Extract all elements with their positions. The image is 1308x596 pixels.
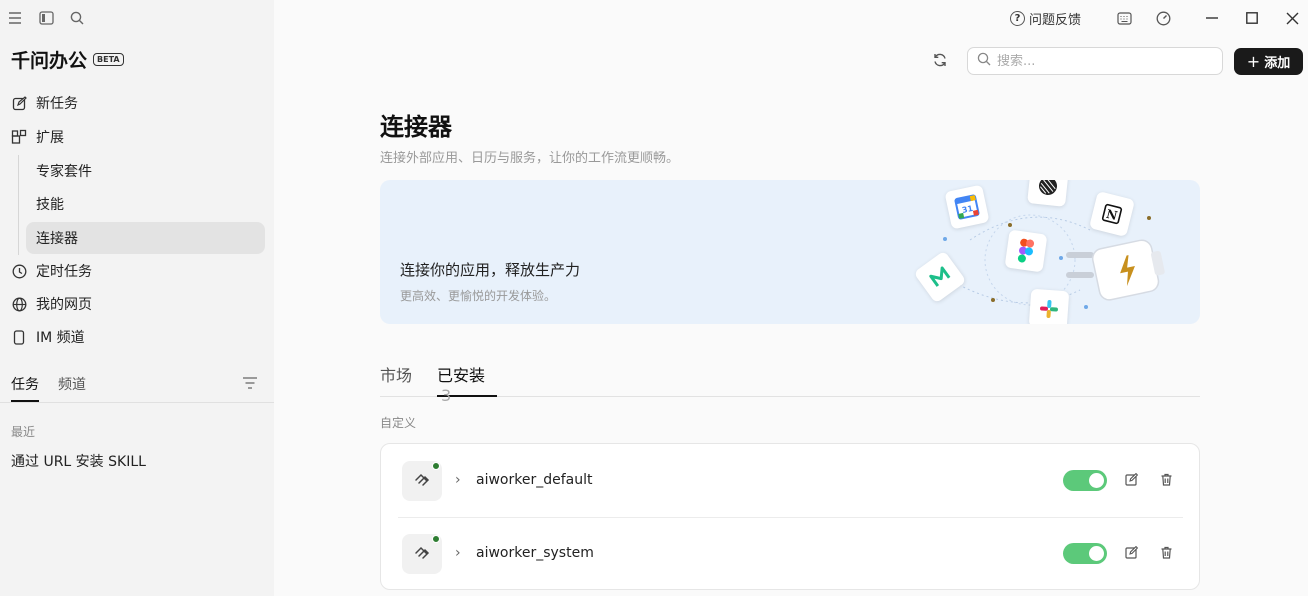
connector-toggle[interactable] bbox=[1063, 470, 1107, 491]
brand: 千问办公 BETA bbox=[11, 46, 124, 73]
sub-label: 连接器 bbox=[36, 231, 78, 247]
chevron-right-icon[interactable]: › bbox=[455, 545, 461, 561]
keyboard-icon[interactable] bbox=[1115, 9, 1133, 27]
sub-label: 技能 bbox=[36, 197, 64, 213]
extension-icon bbox=[11, 129, 27, 145]
connector-icon bbox=[402, 461, 442, 501]
nav-my-pages[interactable]: 我的网页 bbox=[11, 292, 92, 316]
section-label: 自定义 bbox=[380, 416, 417, 430]
connector-name: aiworker_default bbox=[476, 472, 593, 488]
recent-label: 最近 bbox=[11, 425, 36, 439]
sidebar-tab-channels[interactable]: 频道 bbox=[58, 374, 86, 402]
trash-icon[interactable] bbox=[1160, 546, 1174, 560]
sidebar: 千问办公 BETA 新任务 扩展 专家套件 技能 连接器 定时任务 我的网页 I… bbox=[0, 0, 274, 596]
maximize-icon[interactable] bbox=[1243, 9, 1261, 27]
connector-row[interactable]: › aiworker_system bbox=[381, 517, 1199, 590]
tab-installed[interactable]: 已安装3 bbox=[437, 362, 497, 405]
decor-dot bbox=[1084, 305, 1088, 309]
nav-new-task[interactable]: 新任务 bbox=[11, 91, 78, 115]
toggle-knob bbox=[1089, 473, 1104, 488]
connector-name: aiworker_system bbox=[476, 545, 594, 561]
beta-badge: BETA bbox=[93, 53, 124, 66]
nav-label: 我的网页 bbox=[36, 297, 92, 313]
sidebar-tab-tasks[interactable]: 任务 bbox=[11, 374, 39, 402]
sidebar-item-skills[interactable]: 技能 bbox=[26, 188, 265, 220]
sidebar-item-connectors[interactable]: 连接器 bbox=[26, 222, 265, 254]
sidebar-divider bbox=[0, 402, 274, 403]
menu-icon[interactable] bbox=[6, 9, 24, 27]
gauge-icon[interactable] bbox=[1154, 9, 1172, 27]
connector-tabs: 市场 已安装3 bbox=[380, 362, 1200, 405]
sidebar-toggle-icon[interactable] bbox=[37, 9, 55, 27]
sidebar-top-icons bbox=[0, 0, 274, 36]
nav-label: IM 频道 bbox=[36, 330, 85, 346]
search-icon[interactable] bbox=[68, 9, 86, 27]
refresh-icon[interactable] bbox=[932, 52, 950, 70]
nav-label: 定时任务 bbox=[36, 264, 92, 280]
edit-icon bbox=[11, 95, 27, 111]
nav-label: 新任务 bbox=[36, 96, 78, 112]
connector-row[interactable]: › aiworker_default bbox=[381, 444, 1199, 517]
brand-name: 千问办公 bbox=[11, 50, 88, 72]
trash-icon[interactable] bbox=[1160, 473, 1174, 487]
add-button[interactable]: + 添加 bbox=[1234, 48, 1303, 75]
nav-label: 扩展 bbox=[36, 130, 64, 146]
search-icon bbox=[977, 52, 991, 70]
sub-nav-line bbox=[18, 155, 19, 255]
connector-list: › aiworker_default › aiworker_system bbox=[380, 443, 1200, 590]
calendar-app-icon: 31 bbox=[944, 184, 990, 230]
filter-icon[interactable] bbox=[242, 376, 258, 390]
plus-icon: + bbox=[1246, 52, 1261, 71]
plug-icon bbox=[1066, 239, 1165, 301]
status-online-dot bbox=[432, 462, 440, 470]
toggle-knob bbox=[1089, 546, 1104, 561]
nav-im-channels[interactable]: IM 频道 bbox=[11, 325, 85, 349]
figma-app-icon bbox=[1004, 229, 1048, 273]
chevron-right-icon[interactable]: › bbox=[455, 472, 461, 488]
banner: 连接你的应用，释放生产力 更高效、更愉悦的开发体验。 31 N bbox=[380, 180, 1200, 324]
phone-icon bbox=[11, 329, 27, 345]
tab-label: 市场 bbox=[380, 366, 413, 385]
feedback-label: 问题反馈 bbox=[1029, 13, 1082, 28]
edit-icon[interactable] bbox=[1125, 472, 1139, 487]
banner-title: 连接你的应用，释放生产力 bbox=[400, 261, 581, 279]
globe-icon bbox=[11, 296, 27, 312]
page-subtitle: 连接外部应用、日历与服务，让你的工作流更顺畅。 bbox=[380, 151, 680, 166]
decor-dot bbox=[943, 237, 947, 241]
recent-item[interactable]: 通过 URL 安装 SKILL bbox=[11, 451, 146, 471]
sidebar-item-expert-kits[interactable]: 专家套件 bbox=[26, 155, 265, 187]
help-icon: ? bbox=[1010, 11, 1025, 26]
feedback-button[interactable]: ? 问题反馈 bbox=[1010, 9, 1081, 28]
decor-dot bbox=[1147, 216, 1151, 220]
add-label: 添加 bbox=[1264, 56, 1291, 71]
clock-icon bbox=[11, 263, 27, 279]
sub-label: 专家套件 bbox=[36, 164, 92, 180]
decor-dot bbox=[1059, 256, 1063, 260]
linear-app-icon bbox=[1027, 180, 1069, 207]
close-icon[interactable] bbox=[1283, 9, 1301, 27]
status-online-dot bbox=[432, 535, 440, 543]
nav-extensions[interactable]: 扩展 bbox=[11, 125, 64, 149]
search-input[interactable] bbox=[997, 53, 1197, 69]
banner-subtitle: 更高效、更愉悦的开发体验。 bbox=[400, 289, 557, 303]
page-title: 连接器 bbox=[380, 113, 452, 141]
decor-dot bbox=[991, 298, 995, 302]
minimize-icon[interactable] bbox=[1203, 9, 1221, 27]
installed-count: 3 bbox=[441, 386, 452, 405]
nav-scheduled-tasks[interactable]: 定时任务 bbox=[11, 259, 92, 283]
sidebar-tabs: 任务 频道 bbox=[11, 374, 105, 402]
decor-dot bbox=[1008, 223, 1012, 227]
connector-icon bbox=[402, 534, 442, 574]
search-box[interactable] bbox=[967, 47, 1223, 75]
tab-label: 已安装 bbox=[437, 366, 486, 385]
slack-app-icon bbox=[1028, 288, 1070, 324]
tab-market[interactable]: 市场 bbox=[380, 362, 412, 397]
edit-icon[interactable] bbox=[1125, 545, 1139, 560]
connector-toggle[interactable] bbox=[1063, 543, 1107, 564]
